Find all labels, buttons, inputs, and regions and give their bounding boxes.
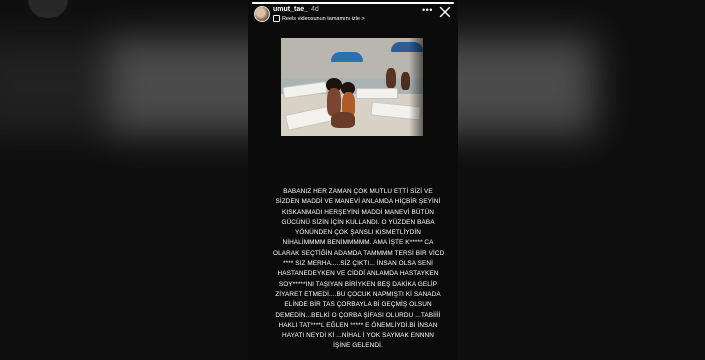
more-icon[interactable]: ••• xyxy=(422,6,433,15)
caption-line: **** SIZ MERHA.....SİZ ÇIKTI... İNSAN OL… xyxy=(283,260,433,268)
caption-line: OLARAK SEÇTİĞİN ADAMDA TAMMMM TERSİ BİR … xyxy=(273,249,445,257)
story-progress-fill xyxy=(252,2,454,4)
background-dim-left xyxy=(0,0,248,360)
caption-line: İŞİNE GELENDİ. xyxy=(333,342,383,350)
timestamp: 4d xyxy=(311,6,319,13)
username[interactable]: umut_tae_ xyxy=(273,6,308,13)
avatar[interactable] xyxy=(254,6,270,22)
chevron-right-icon: > xyxy=(361,15,365,22)
story-progress-bar xyxy=(252,2,454,4)
caption-line: SOY*****INI TAŞIYAN BİRİYKEN BEŞ DAKİKA … xyxy=(278,280,438,288)
background-dim-right xyxy=(458,0,705,360)
caption-line: NİHALİMMMM BENİMMMMM. AMA İŞTE K***** CA xyxy=(282,239,434,247)
caption-line: ZİYARET ETMEDİ....BU ÇOCUK NAPMIŞTI Kİ S… xyxy=(275,290,441,298)
caption-line: HAYATI NEYDİ Kİ ...NİHAL İ YOK SAYMAK EN… xyxy=(282,332,434,340)
caption-line: DEMEDİN...BELKİ O ÇORBA ŞİFASI OLURDU ..… xyxy=(275,311,441,319)
caption-line: GÜCÜNÜ SİZİN İÇİN KULLANDI. O YÜZDEN BAB… xyxy=(281,218,435,226)
reels-link[interactable]: Reels videosunun tamamını izle > xyxy=(273,14,365,22)
caption-line: SİZDEN MADDİ VE MANEVİ ANLAMDA HİÇBİR ŞE… xyxy=(275,198,441,206)
caption-line: ELİNDE BİR TAS ÇORBAYLA Bİ GEÇMİŞ OLSUN xyxy=(284,301,432,309)
caption-line: KISKANMADI HERŞEYİNİ MADDİ MANEVİ BÜTÜN xyxy=(282,208,434,216)
caption-line: HAKLI TAT****L EĞLEN ***** E ÖNEMLİYDİ.B… xyxy=(278,321,438,329)
reels-link-label[interactable]: Reels videosunun tamamını izle xyxy=(282,16,360,22)
story-viewer[interactable]: umut_tae_ 4d Reels videosunun tamamını iz… xyxy=(248,0,458,360)
story-caption: BABANIZ HER ZAMAN ÇOK MUTLU ETTİ SİZİ VE… xyxy=(273,187,445,352)
caption-line: BABANIZ HER ZAMAN ÇOK MUTLU ETTİ SİZİ VE xyxy=(283,188,433,195)
story-photo xyxy=(281,38,423,136)
caption-line: YÖNÜNDEN ÇOK ŞANSLI KISMETLİYDİN xyxy=(294,229,422,237)
reels-icon xyxy=(273,14,280,22)
username-row[interactable]: umut_tae_ 4d xyxy=(273,6,319,13)
close-icon[interactable] xyxy=(439,6,451,18)
caption-line: HASTANEDEYKEN VE CİDDİ ANLAMDA HASTAYKEN xyxy=(277,270,439,278)
